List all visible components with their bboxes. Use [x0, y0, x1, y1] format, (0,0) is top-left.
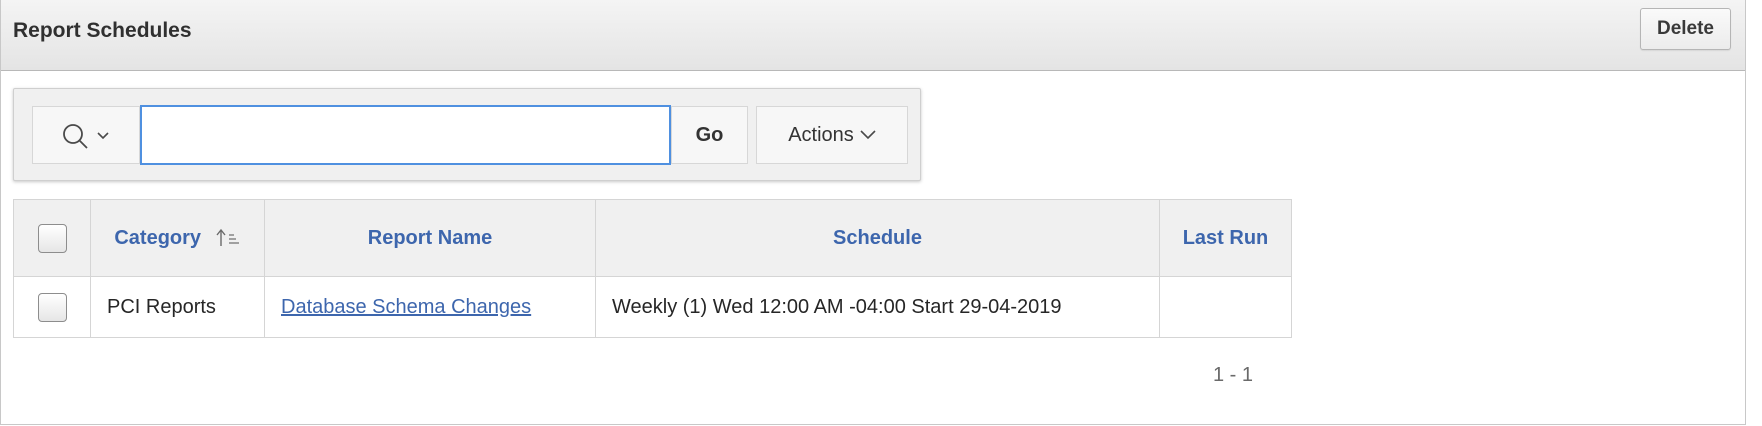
chevron-down-icon — [860, 130, 876, 140]
column-header-category[interactable]: Category — [90, 199, 265, 277]
table-header-row: Category Report Name Schedule Last Run — [13, 199, 1292, 277]
search-column-menu[interactable] — [32, 106, 140, 164]
category-cell: PCI Reports — [90, 276, 265, 338]
report-name-cell: Database Schema Changes — [264, 276, 596, 338]
column-header-category-label: Category — [114, 226, 202, 249]
actions-label: Actions — [788, 123, 854, 146]
sort-ascending-icon — [216, 229, 239, 247]
region-header: Report Schedules Delete — [1, 0, 1745, 71]
search-input[interactable] — [140, 105, 671, 165]
delete-button[interactable]: Delete — [1639, 8, 1731, 50]
report-schedules-region: Report Schedules Delete Go Actions Categ… — [0, 0, 1746, 425]
column-header-schedule[interactable]: Schedule — [595, 199, 1160, 277]
region-title: Report Schedules — [13, 19, 192, 42]
go-button[interactable]: Go — [671, 106, 748, 164]
report-schedules-table: Category Report Name Schedule Last Run P… — [13, 199, 1292, 338]
schedule-cell: Weekly (1) Wed 12:00 AM -04:00 Start 29-… — [595, 276, 1160, 338]
select-all-header — [13, 199, 91, 277]
select-all-checkbox[interactable] — [37, 223, 67, 253]
actions-menu-button[interactable]: Actions — [756, 106, 908, 164]
column-header-last-run[interactable]: Last Run — [1159, 199, 1292, 277]
search-icon — [63, 124, 109, 149]
report-name-link[interactable]: Database Schema Changes — [281, 296, 531, 318]
pagination-range: 1 - 1 — [1213, 364, 1254, 386]
row-checkbox[interactable] — [37, 292, 67, 322]
search-toolbar: Go Actions — [13, 88, 921, 181]
last-run-cell — [1159, 276, 1292, 338]
column-header-report-name[interactable]: Report Name — [264, 199, 596, 277]
row-select-cell — [13, 276, 91, 338]
table-row: PCI Reports Database Schema Changes Week… — [13, 276, 1292, 338]
